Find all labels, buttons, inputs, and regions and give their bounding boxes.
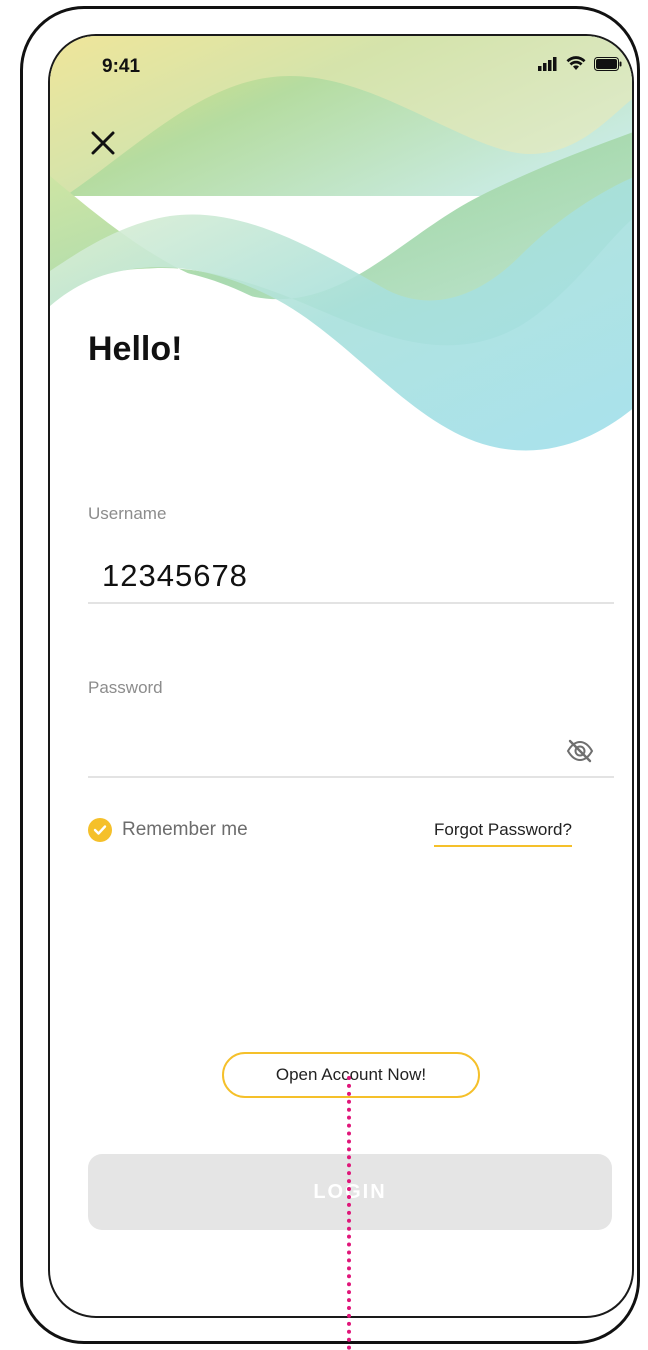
remember-me-label: Remember me	[122, 819, 248, 840]
header-wave-graphic	[50, 36, 632, 496]
remember-me-checkbox[interactable]: Remember me	[88, 818, 248, 842]
close-button[interactable]	[88, 128, 118, 158]
annotation-dotted-line	[347, 1076, 351, 1350]
close-icon	[91, 131, 115, 155]
phone-screen: 9:41 Hello! Username 12345678 Password R…	[48, 34, 634, 1318]
username-underline	[88, 602, 614, 604]
username-input[interactable]: 12345678	[102, 558, 248, 594]
status-bar: 9:41	[50, 36, 632, 96]
username-label: Username	[88, 504, 167, 523]
forgot-password-link[interactable]: Forgot Password?	[434, 820, 572, 847]
password-label: Password	[88, 678, 163, 697]
open-account-button[interactable]: Open Account Now!	[222, 1052, 480, 1098]
status-icons	[538, 56, 622, 71]
checkmark-icon	[88, 818, 112, 842]
eye-slash-icon[interactable]	[565, 738, 595, 764]
password-input[interactable]	[88, 776, 614, 778]
signal-icon	[538, 56, 557, 71]
wifi-icon	[566, 56, 586, 70]
page-title: Hello!	[88, 330, 183, 368]
battery-icon	[594, 56, 622, 71]
status-time: 9:41	[102, 56, 141, 77]
